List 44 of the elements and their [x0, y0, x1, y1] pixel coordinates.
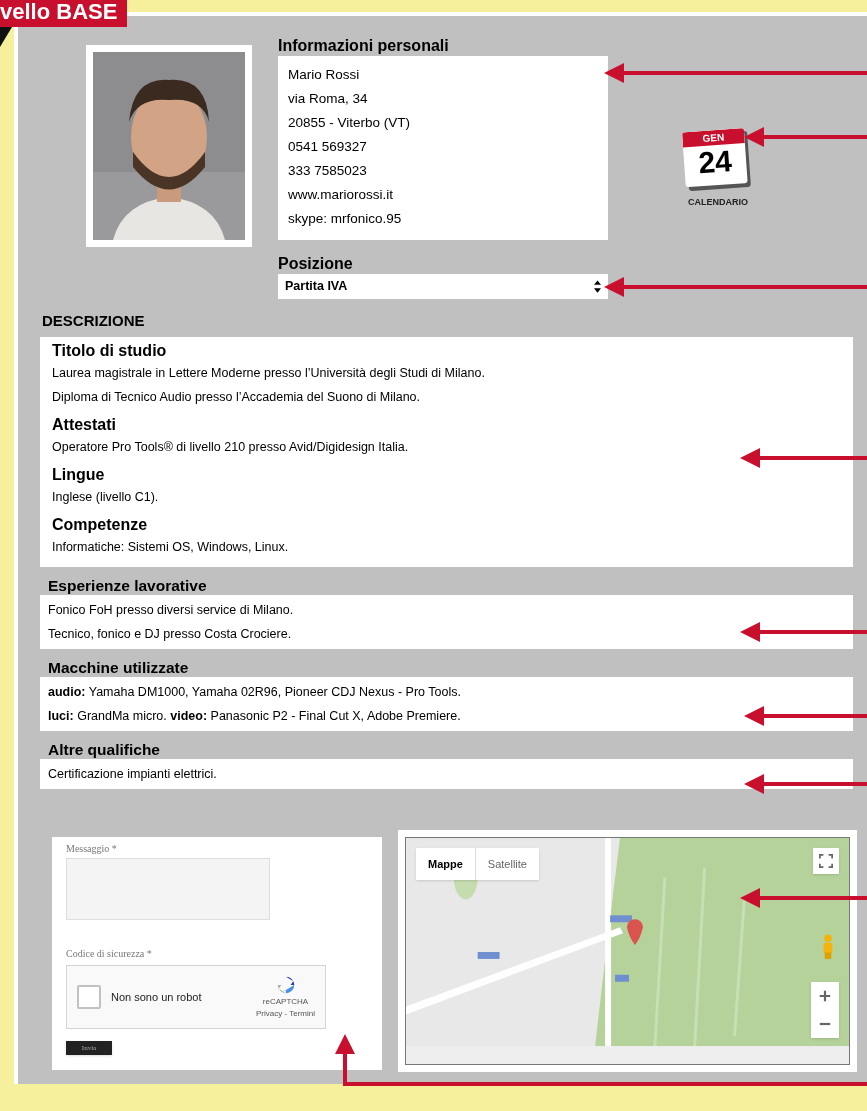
description-line: Diploma di Tecnico Audio presso l’Accademia del Suono di Milano. [52, 389, 421, 406]
section-heading: Informazioni personali [278, 36, 450, 56]
field-label: Messaggio * [66, 842, 118, 856]
captcha-text: Non sono un robot [111, 989, 203, 1005]
field-label: Codice di sicurezza * [66, 947, 153, 961]
section-heading: Attestati [52, 415, 117, 435]
position-select[interactable]: Partita IVA [278, 274, 608, 299]
corner-tab [0, 27, 12, 47]
section-heading: Esperienze lavorative [48, 577, 208, 595]
section-heading: Lingue [52, 465, 106, 485]
calendar-label: CALENDARIO [688, 196, 748, 209]
captcha-brand: reCAPTCHA [262, 996, 309, 1008]
fullscreen-button[interactable] [813, 848, 839, 874]
fullscreen-icon [819, 854, 833, 868]
zoom-in-icon[interactable] [818, 989, 832, 1003]
contact-line: 333 7585023 [288, 162, 368, 180]
message-field[interactable] [66, 858, 270, 920]
sort-caret-icon [594, 280, 601, 293]
description-line: Operatore Pro Tools® di livello 210 presso Avid/Digidesign Italia. [52, 439, 409, 456]
description-line: Inglese (livello C1). [52, 489, 159, 506]
contact-line: skype: mrfonico.95 [288, 210, 403, 228]
level-badge: vello BASE [0, 0, 128, 27]
contact-line: 0541 569327 [288, 138, 368, 156]
description-line: Informatiche: Sistemi OS, Windows, Linux. [52, 539, 289, 556]
map-type-tab[interactable]: Satellite [474, 848, 539, 880]
contact-line: 20855 - Viterbo (VT) [288, 114, 412, 132]
map-type-tab[interactable]: Mappe [416, 848, 475, 880]
section-heading: Macchine utilizzate [48, 659, 190, 677]
captcha-links[interactable]: Privacy - Termini [256, 1008, 315, 1020]
section-heading: Competenze [52, 515, 149, 535]
description-line: audio: Yamaha DM1000, Yamaha 02R96, Pioneer CDJ Nexus - Pro Tools. [48, 684, 461, 701]
contact-line: www.mariorossi.it [288, 186, 394, 204]
description-line: Tecnico, fonico e DJ presso Costa Crociere. [48, 626, 292, 643]
contact-line: Mario Rossi [288, 66, 361, 84]
captcha-checkbox[interactable] [77, 985, 101, 1009]
contact-line: via Roma, 34 [288, 90, 369, 108]
description-line: Certificazione impianti elettrici. [48, 766, 217, 783]
section-heading: Posizione [278, 254, 354, 274]
section-heading: Titolo di studio [52, 341, 168, 361]
section-heading: DESCRIZIONE [42, 311, 146, 331]
description-line: Laurea magistrale in Lettere Moderne presso l’Università degli Studi di Milano. [52, 365, 485, 382]
description-line: luci: GrandMa micro. video: Panasonic P2 - Final Cut X, Adobe Premiere. [48, 708, 461, 725]
description-line: Fonico FoH presso diversi service di Milano. [48, 602, 294, 619]
section-heading: Altre qualifiche [48, 741, 161, 759]
